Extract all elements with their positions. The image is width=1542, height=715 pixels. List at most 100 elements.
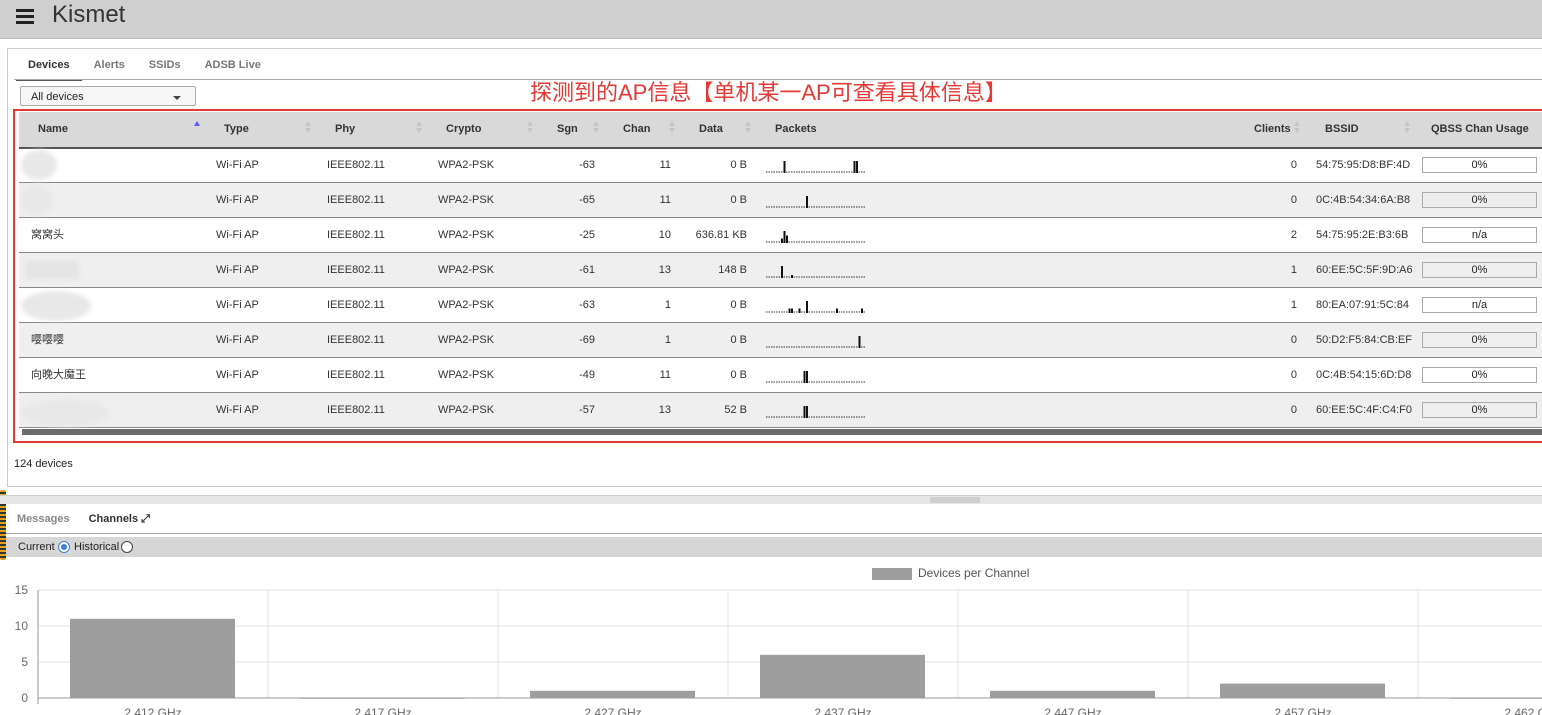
table-row[interactable]: 向晚大魔王 Wi-Fi AP IEEE802.11 WPA2-PSK -49 1… [19, 358, 1542, 393]
column-header-packets[interactable]: Packets [775, 112, 817, 147]
bottom-tab-divider [6, 533, 1542, 534]
packet-tick [806, 346, 808, 348]
sort-icon[interactable] [593, 121, 599, 137]
cell-type: Wi-Fi AP [216, 334, 259, 346]
packet-tick [783, 381, 785, 383]
splitter-grip[interactable] [930, 497, 980, 503]
packet-tick [863, 311, 865, 313]
packet-tick [781, 346, 783, 348]
packet-tick [783, 311, 785, 313]
packet-tick [826, 346, 828, 348]
table-row[interactable]: Wi-Fi AP IEEE802.11 WPA2-PSK -57 13 52 B… [19, 393, 1542, 428]
x-tick-label: 2.447 GHz [1044, 706, 1101, 715]
cell-crypto: WPA2-PSK [438, 404, 495, 416]
packet-tick [816, 346, 818, 348]
cell-data: 636.81 KB [695, 229, 747, 241]
tab-ssids[interactable]: SSIDs [137, 51, 193, 81]
packet-bar [858, 336, 861, 348]
redacted-name [25, 261, 79, 279]
packet-tick [766, 381, 768, 383]
packet-tick [851, 416, 853, 418]
packet-tick [808, 171, 810, 173]
table-row[interactable]: Wi-Fi AP IEEE802.11 WPA2-PSK -63 1 0 B 1… [19, 288, 1542, 323]
packet-tick [811, 171, 813, 173]
cell-type: Wi-Fi AP [216, 369, 259, 381]
tab-alerts[interactable]: Alerts [82, 51, 137, 81]
tab-messages[interactable]: Messages [10, 507, 82, 532]
column-header-type[interactable]: Type [224, 112, 249, 147]
sort-ascending-icon[interactable] [194, 121, 200, 137]
packet-tick [778, 381, 780, 383]
column-header-phy[interactable]: Phy [335, 112, 355, 147]
packet-tick [778, 416, 780, 418]
cell-sgn: -57 [579, 404, 595, 416]
x-tick-label: 2.437 GHz [814, 706, 871, 715]
cell-crypto: WPA2-PSK [438, 299, 495, 311]
annotation-text: 探测到的AP信息【单机某一AP可查看具体信息】 [530, 80, 1007, 105]
menu-icon[interactable] [16, 9, 34, 25]
sort-icon[interactable] [669, 121, 675, 137]
packet-tick [848, 381, 850, 383]
packet-tick [846, 171, 848, 173]
packet-tick [843, 276, 845, 278]
sort-icon[interactable] [305, 121, 311, 137]
cell-crypto: WPA2-PSK [438, 159, 495, 171]
table-row[interactable]: 嘤嘤嘤 Wi-Fi AP IEEE802.11 WPA2-PSK -69 1 0… [19, 323, 1542, 358]
packet-tick [798, 276, 800, 278]
radio-historical[interactable] [121, 541, 133, 553]
table-row[interactable]: Wi-Fi AP IEEE802.11 WPA2-PSK -65 11 0 B … [19, 183, 1542, 218]
packet-tick [811, 241, 813, 243]
sort-icon[interactable] [1404, 121, 1410, 137]
packet-tick [798, 241, 800, 243]
sort-icon[interactable] [527, 121, 533, 137]
packet-bar [803, 371, 806, 383]
channel-bar [300, 698, 465, 699]
panel-splitter[interactable] [0, 495, 1542, 504]
column-header-clients[interactable]: Clients [1254, 112, 1291, 147]
sort-icon[interactable] [416, 121, 422, 137]
sort-icon[interactable] [745, 121, 751, 137]
packet-tick [786, 206, 788, 208]
column-header-name[interactable]: Name [38, 112, 68, 147]
channel-bar [530, 690, 695, 698]
packet-tick [838, 276, 840, 278]
expand-icon[interactable]: ⤢ [141, 513, 150, 525]
radio-current[interactable] [58, 541, 70, 553]
table-row[interactable]: Wi-Fi AP IEEE802.11 WPA2-PSK -61 13 148 … [19, 253, 1542, 288]
packet-tick [841, 416, 843, 418]
tab-channels[interactable]: Channels ⤢ [82, 507, 162, 532]
tab-devices[interactable]: Devices [16, 51, 82, 81]
cell-sgn: -63 [579, 299, 595, 311]
packet-tick [856, 276, 858, 278]
packets-sparkline [766, 336, 865, 348]
packet-tick [863, 171, 865, 173]
device-filter-select[interactable]: All devices [20, 86, 196, 106]
packet-tick [766, 206, 768, 208]
chevron-down-icon [173, 96, 181, 100]
cell-clients: 1 [1290, 299, 1297, 311]
column-header-crypto[interactable]: Crypto [446, 112, 481, 147]
sort-icon[interactable] [1294, 121, 1300, 137]
packet-tick [801, 241, 803, 243]
packet-tick [821, 206, 823, 208]
table-horizontal-scrollbar[interactable] [22, 429, 1542, 435]
packet-tick [836, 346, 838, 348]
column-header-data[interactable]: Data [699, 112, 723, 147]
column-header-bssid[interactable]: BSSID [1325, 112, 1359, 147]
packet-tick [808, 311, 810, 313]
table-row[interactable]: 窝窝头 Wi-Fi AP IEEE802.11 WPA2-PSK -25 10 … [19, 218, 1542, 253]
tab-adsb-live[interactable]: ADSB Live [193, 51, 273, 81]
packet-tick [848, 241, 850, 243]
packet-tick [828, 241, 830, 243]
column-header-chan[interactable]: Chan [623, 112, 651, 147]
packet-tick [838, 346, 840, 348]
packet-tick [776, 241, 778, 243]
table-row[interactable]: Wi-Fi AP IEEE802.11 WPA2-PSK -63 11 0 B … [19, 148, 1542, 183]
redacted-name [21, 291, 91, 321]
column-header-qbss-chan-usage[interactable]: QBSS Chan Usage [1431, 112, 1529, 147]
packet-tick [813, 416, 815, 418]
column-header-sgn[interactable]: Sgn [557, 112, 578, 147]
packet-tick [821, 346, 823, 348]
packet-tick [816, 381, 818, 383]
cell-chan: 11 [659, 194, 671, 206]
